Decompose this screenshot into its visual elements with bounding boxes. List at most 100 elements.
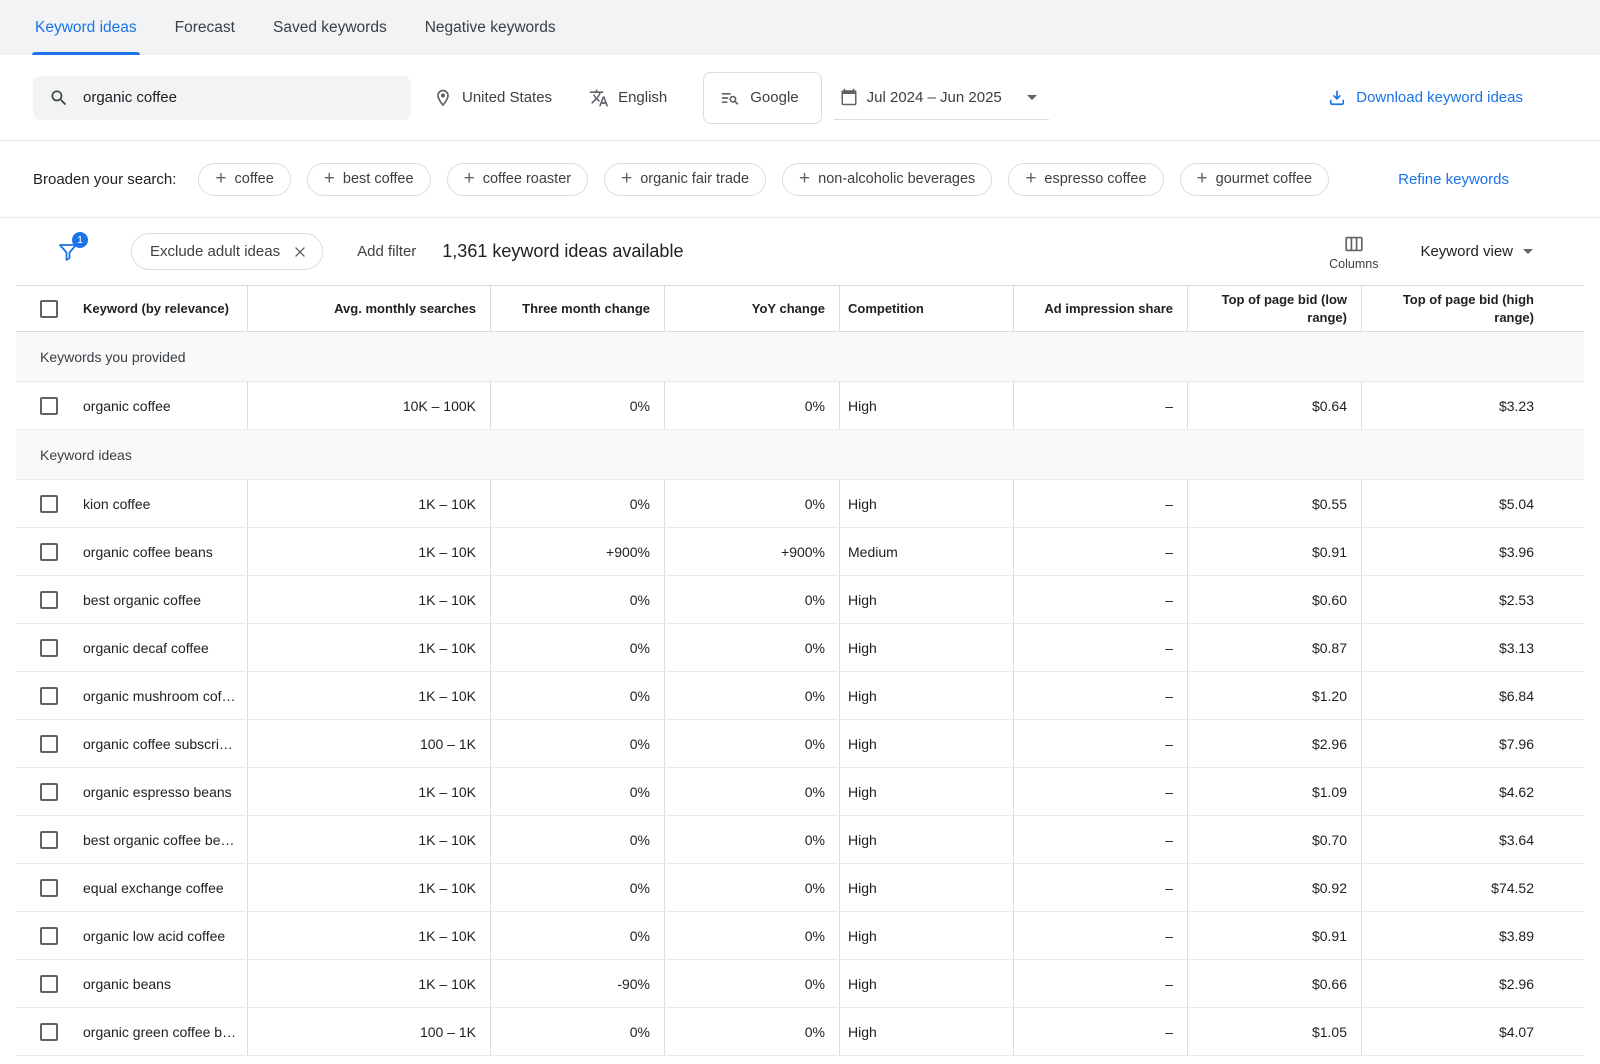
column-header-top-of-page-bid-low[interactable]: Top of page bid (low range)	[1187, 286, 1361, 331]
cell-three-month: 0%	[490, 768, 664, 815]
cell-keyword: organic green coffee b…	[83, 1008, 247, 1055]
plus-icon: +	[621, 169, 632, 188]
cell-avg: 1K – 10K	[247, 816, 490, 863]
row-checkbox-cell	[16, 528, 83, 575]
cell-bid-high: $3.23	[1361, 382, 1548, 429]
cell-yoy: 0%	[664, 480, 839, 527]
row-checkbox[interactable]	[40, 879, 58, 897]
tab-negative-keywords[interactable]: Negative keywords	[406, 0, 575, 55]
search-input[interactable]	[81, 88, 397, 107]
cell-avg: 1K – 10K	[247, 624, 490, 671]
cell-three-month: 0%	[490, 624, 664, 671]
broaden-chip-non-alcoholic-beverages[interactable]: +non-alcoholic beverages	[782, 163, 992, 196]
cell-competition: High	[839, 382, 1013, 429]
row-checkbox[interactable]	[40, 687, 58, 705]
header-checkbox-cell	[16, 286, 83, 331]
row-checkbox[interactable]	[40, 975, 58, 993]
cell-competition: High	[839, 480, 1013, 527]
row-checkbox[interactable]	[40, 1023, 58, 1041]
cell-avg: 100 – 1K	[247, 720, 490, 767]
cell-bid-low: $0.91	[1187, 912, 1361, 959]
add-filter-button[interactable]: Add filter	[357, 243, 416, 260]
table-header: Keyword (by relevance)Avg. monthly searc…	[16, 285, 1584, 332]
cell-avg: 1K – 10K	[247, 768, 490, 815]
row-checkbox[interactable]	[40, 927, 58, 945]
column-header-keyword[interactable]: Keyword (by relevance)	[83, 286, 247, 331]
language-label: English	[618, 89, 667, 106]
filter-bar: 1 Exclude adult ideas Add filter 1,361 k…	[0, 218, 1600, 285]
plus-icon: +	[464, 169, 475, 188]
close-icon[interactable]	[292, 244, 308, 260]
row-checkbox[interactable]	[40, 543, 58, 561]
cell-yoy: 0%	[664, 382, 839, 429]
broaden-chip-best-coffee[interactable]: +best coffee	[307, 163, 431, 196]
tab-keyword-ideas[interactable]: Keyword ideas	[16, 0, 156, 55]
column-header-ad-impression-share[interactable]: Ad impression share	[1013, 286, 1187, 331]
cell-bid-low: $0.91	[1187, 528, 1361, 575]
row-checkbox[interactable]	[40, 639, 58, 657]
plus-icon: +	[1197, 169, 1208, 188]
refine-keywords-link[interactable]: Refine keywords	[1398, 171, 1509, 188]
columns-button[interactable]: Columns	[1329, 233, 1378, 271]
tab-saved-keywords[interactable]: Saved keywords	[254, 0, 406, 55]
language-selector[interactable]: English	[589, 88, 667, 108]
cell-keyword: organic beans	[83, 960, 247, 1007]
column-header-three-month-change[interactable]: Three month change	[490, 286, 664, 331]
keyword-search-box[interactable]	[33, 76, 411, 120]
cell-yoy: 0%	[664, 624, 839, 671]
cell-yoy: 0%	[664, 960, 839, 1007]
cell-keyword: organic mushroom cof…	[83, 672, 247, 719]
filter-button[interactable]: 1	[56, 240, 82, 264]
cell-bid-low: $0.66	[1187, 960, 1361, 1007]
cell-avg: 1K – 10K	[247, 528, 490, 575]
broaden-chip-organic-fair-trade[interactable]: +organic fair trade	[604, 163, 766, 196]
row-checkbox-cell	[16, 768, 83, 815]
table-row: kion coffee1K – 10K0%0%High–$0.55$5.04	[16, 480, 1584, 528]
table-row: organic coffee beans1K – 10K+900%+900%Me…	[16, 528, 1584, 576]
column-header-yoy-change[interactable]: YoY change	[664, 286, 839, 331]
select-all-checkbox[interactable]	[40, 300, 58, 318]
cell-avg: 1K – 10K	[247, 960, 490, 1007]
cell-competition: High	[839, 912, 1013, 959]
cell-ad-share: –	[1013, 382, 1187, 429]
cell-ad-share: –	[1013, 720, 1187, 767]
row-checkbox[interactable]	[40, 495, 58, 513]
cell-bid-high: $7.96	[1361, 720, 1548, 767]
download-keyword-ideas-button[interactable]: Download keyword ideas	[1327, 88, 1523, 108]
table-row: organic mushroom cof…1K – 10K0%0%High–$1…	[16, 672, 1584, 720]
section-label-keyword-ideas: Keyword ideas	[16, 430, 1584, 480]
broaden-chip-coffee-roaster[interactable]: +coffee roaster	[447, 163, 589, 196]
column-header-top-of-page-bid-high[interactable]: Top of page bid (high range)	[1361, 286, 1548, 331]
table-row: organic coffee subscri…100 – 1K0%0%High–…	[16, 720, 1584, 768]
table-row: best organic coffee1K – 10K0%0%High–$0.6…	[16, 576, 1584, 624]
table-row: organic coffee10K – 100K0%0%High–$0.64$3…	[16, 382, 1584, 430]
cell-competition: High	[839, 816, 1013, 863]
keyword-view-dropdown[interactable]: Keyword view	[1420, 243, 1533, 260]
row-checkbox[interactable]	[40, 783, 58, 801]
cell-bid-high: $4.07	[1361, 1008, 1548, 1055]
broaden-chip-coffee[interactable]: +coffee	[198, 163, 290, 196]
row-checkbox[interactable]	[40, 397, 58, 415]
plus-icon: +	[799, 169, 810, 188]
exclude-adult-ideas-chip[interactable]: Exclude adult ideas	[131, 233, 323, 270]
broaden-chip-espresso-coffee[interactable]: +espresso coffee	[1008, 163, 1163, 196]
cell-competition: High	[839, 1008, 1013, 1055]
column-header-avg-monthly-searches[interactable]: Avg. monthly searches	[247, 286, 490, 331]
column-header-competition[interactable]: Competition	[839, 286, 1013, 331]
location-selector[interactable]: United States	[433, 88, 552, 108]
cell-keyword: organic low acid coffee	[83, 912, 247, 959]
row-checkbox[interactable]	[40, 831, 58, 849]
top-tab-bar: Keyword ideasForecastSaved keywordsNegat…	[0, 0, 1600, 55]
cell-bid-low: $1.20	[1187, 672, 1361, 719]
table-body: Keywords you providedorganic coffee10K –…	[16, 332, 1584, 1056]
row-checkbox-cell	[16, 960, 83, 1007]
row-checkbox[interactable]	[40, 591, 58, 609]
date-range-selector[interactable]: Jul 2024 – Jun 2025	[834, 75, 1049, 120]
network-selector[interactable]: Google	[703, 72, 821, 124]
cell-three-month: -90%	[490, 960, 664, 1007]
broaden-chip-gourmet-coffee[interactable]: +gourmet coffee	[1180, 163, 1330, 196]
row-checkbox[interactable]	[40, 735, 58, 753]
tab-forecast[interactable]: Forecast	[156, 0, 254, 55]
cell-ad-share: –	[1013, 768, 1187, 815]
cell-yoy: 0%	[664, 576, 839, 623]
